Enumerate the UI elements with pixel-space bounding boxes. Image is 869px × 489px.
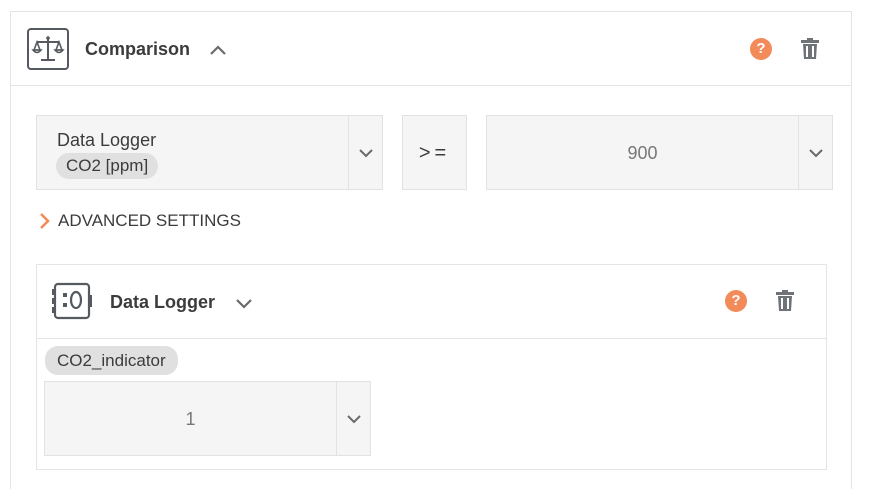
threshold-dropdown-arrow[interactable] bbox=[798, 116, 832, 189]
threshold-value: 900 bbox=[627, 143, 658, 163]
value-select[interactable]: 1 bbox=[44, 381, 371, 456]
chevron-right-icon[interactable] bbox=[38, 212, 50, 230]
trash-icon[interactable] bbox=[800, 38, 820, 60]
source-label: Data Logger bbox=[57, 130, 157, 150]
channel-chip: CO2 [ppm] bbox=[56, 153, 159, 179]
data-logger-icon bbox=[52, 282, 92, 320]
source-select[interactable]: Data Logger CO2 [ppm] bbox=[36, 115, 383, 190]
balance-scale-icon bbox=[27, 28, 69, 70]
advanced-settings-toggle[interactable]: ADVANCED SETTINGS bbox=[58, 211, 241, 231]
help-icon[interactable]: ? bbox=[750, 38, 772, 60]
threshold-select[interactable]: 900 bbox=[486, 115, 833, 190]
variable-chip: CO2_indicator bbox=[45, 346, 178, 375]
help-icon[interactable]: ? bbox=[725, 290, 747, 312]
comparison-header: Comparison ? bbox=[11, 12, 851, 86]
operator-button[interactable]: >= bbox=[402, 115, 467, 190]
trash-icon[interactable] bbox=[775, 290, 795, 312]
comparison-title: Comparison bbox=[85, 39, 191, 59]
value-dropdown-arrow[interactable] bbox=[336, 382, 370, 455]
data-logger-title: Data Logger bbox=[110, 292, 216, 312]
operator-label: >= bbox=[418, 142, 451, 164]
chevron-down-icon bbox=[347, 414, 361, 423]
value-display: 1 bbox=[185, 409, 196, 429]
data-logger-panel: Data Logger ? CO2_indicator 1 bbox=[36, 264, 827, 470]
chevron-down-icon[interactable] bbox=[235, 297, 253, 309]
chevron-down-icon bbox=[809, 148, 823, 157]
chevron-down-icon bbox=[359, 148, 373, 157]
data-logger-header: Data Logger ? bbox=[37, 265, 826, 339]
chevron-up-icon[interactable] bbox=[209, 44, 227, 56]
source-dropdown-arrow[interactable] bbox=[348, 116, 382, 189]
